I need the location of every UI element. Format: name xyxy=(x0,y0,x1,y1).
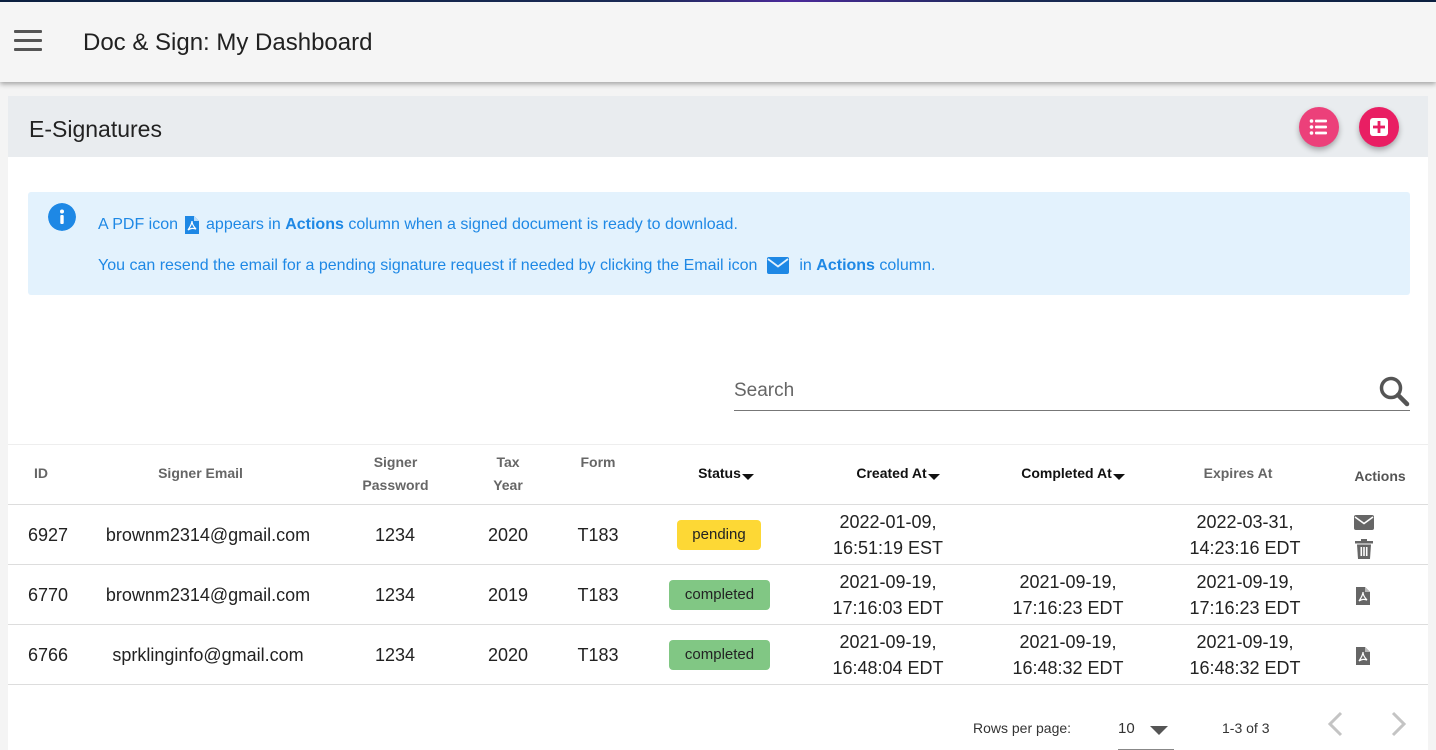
envelope-icon xyxy=(767,257,790,275)
cell-expires-at: 2021-09-19, 17:16:23 EDT xyxy=(1175,569,1315,621)
previous-page-button[interactable] xyxy=(1324,710,1348,738)
info-icon xyxy=(48,203,76,231)
card-header: E-Signatures xyxy=(8,96,1428,157)
cell-tax-year: 2020 xyxy=(487,525,529,545)
cell-completed-date: 2021-09-19, xyxy=(1019,572,1117,592)
cell-completed-time: 16:48:32 EDT xyxy=(1012,658,1124,678)
next-page-button[interactable] xyxy=(1386,710,1410,738)
status-badge: completed xyxy=(669,640,770,670)
cell-password: 1234 xyxy=(374,525,416,545)
col-id[interactable]: ID xyxy=(28,462,54,485)
cell-created-date: 2022-01-09, xyxy=(839,512,937,532)
cell-created-at: 2021-09-19, 16:48:04 EDT xyxy=(818,629,958,681)
table-row: 6766 sprklinginfo@gmail.com 1234 2020 T1… xyxy=(8,625,1428,685)
table-row: 6770 brownm2314@gmail.com 1234 2019 T183… xyxy=(8,565,1428,625)
email-icon[interactable] xyxy=(1354,515,1374,530)
sort-arrow-icon[interactable] xyxy=(927,474,940,480)
signatures-table: ID Signer Email Signer Password Tax Year… xyxy=(8,444,1428,685)
cell-form: T183 xyxy=(577,585,619,605)
table-pagination: Rows per page: 10 1-3 of 3 xyxy=(8,702,1428,750)
cell-created-at: 2022-01-09, 16:51:19 EST xyxy=(818,509,958,561)
cell-created-time: 17:16:03 EDT xyxy=(832,598,944,618)
col-signer-password-line1: Signer xyxy=(373,454,418,470)
status-badge: completed xyxy=(669,580,770,610)
cell-created-at: 2021-09-19, 17:16:03 EDT xyxy=(818,569,958,621)
cell-form: T183 xyxy=(577,645,619,665)
cell-created-date: 2021-09-19, xyxy=(839,572,937,592)
col-tax-year[interactable]: Tax Year xyxy=(478,451,538,497)
info-line-email: You can resend the email for a pending s… xyxy=(98,257,936,275)
cell-expires-time: 16:48:32 EDT xyxy=(1189,658,1301,678)
plus-square-icon xyxy=(1370,118,1388,136)
cell-expires-at: 2022-03-31, 14:23:16 EDT xyxy=(1175,509,1315,561)
cell-expires-date: 2021-09-19, xyxy=(1196,632,1294,652)
cell-completed-at: 2021-09-19, 16:48:32 EDT xyxy=(998,629,1138,681)
rows-per-page-select[interactable]: 10 xyxy=(1118,710,1174,750)
info-alert: A PDF icon appears in Actions column whe… xyxy=(28,192,1410,295)
col-form[interactable]: Form xyxy=(568,451,628,474)
pdf-icon xyxy=(185,216,200,234)
cell-expires-date: 2021-09-19, xyxy=(1196,572,1294,592)
col-completed-at[interactable]: Completed At xyxy=(998,462,1148,485)
col-created-at-label: Created At xyxy=(856,465,927,481)
pdf-icon[interactable] xyxy=(1355,646,1371,666)
col-created-at[interactable]: Created At xyxy=(828,462,968,485)
list-icon xyxy=(1309,119,1327,135)
cell-id: 6927 xyxy=(27,525,69,545)
cell-tax-year: 2019 xyxy=(487,585,529,605)
cell-form: T183 xyxy=(577,525,619,545)
esignatures-card: E-Signatures A PDF icon appears in Actio… xyxy=(8,96,1428,750)
cell-expires-time: 14:23:16 EDT xyxy=(1189,538,1301,558)
col-completed-at-label: Completed At xyxy=(1021,465,1112,481)
col-signer-password[interactable]: Signer Password xyxy=(348,451,443,497)
cell-created-date: 2021-09-19, xyxy=(839,632,937,652)
col-signer-email[interactable]: Signer Email xyxy=(128,462,273,485)
cell-expires-at: 2021-09-19, 16:48:32 EDT xyxy=(1175,629,1315,681)
cell-email: sprklinginfo@gmail.com xyxy=(112,645,304,665)
cell-completed-time: 17:16:23 EDT xyxy=(1012,598,1124,618)
app-title: Doc & Sign: My Dashboard xyxy=(83,29,373,56)
cell-id: 6770 xyxy=(27,585,69,605)
pdf-icon[interactable] xyxy=(1355,586,1371,606)
cell-password: 1234 xyxy=(374,585,416,605)
col-expires-at[interactable]: Expires At xyxy=(1188,462,1288,485)
hamburger-menu-icon[interactable] xyxy=(14,30,42,52)
page-range: 1-3 of 3 xyxy=(1222,720,1270,736)
sort-arrow-icon[interactable] xyxy=(741,474,754,480)
table-row: 6927 brownm2314@gmail.com 1234 2020 T183… xyxy=(8,505,1428,565)
col-tax-year-line1: Tax xyxy=(496,454,520,470)
cell-email: brownm2314@gmail.com xyxy=(105,585,311,605)
status-badge: pending xyxy=(677,520,761,550)
app-bar: Doc & Sign: My Dashboard xyxy=(0,0,1436,82)
trash-icon[interactable] xyxy=(1355,539,1373,559)
col-status[interactable]: Status xyxy=(676,462,776,485)
cell-email: brownm2314@gmail.com xyxy=(105,525,311,545)
cell-expires-time: 17:16:23 EDT xyxy=(1189,598,1301,618)
cell-id: 6766 xyxy=(27,645,69,665)
col-actions: Actions xyxy=(1354,468,1406,484)
search-input[interactable] xyxy=(734,378,1354,404)
app-bar-accent xyxy=(0,0,1436,2)
cell-created-time: 16:48:04 EDT xyxy=(832,658,944,678)
card-title: E-Signatures xyxy=(29,116,162,142)
rows-per-page-value: 10 xyxy=(1118,720,1135,737)
table-header: ID Signer Email Signer Password Tax Year… xyxy=(8,444,1428,505)
add-signature-button[interactable] xyxy=(1359,107,1399,147)
info-line-pdf: A PDF icon appears in Actions column whe… xyxy=(98,216,738,234)
col-tax-year-line2: Year xyxy=(493,477,523,493)
cell-tax-year: 2020 xyxy=(487,645,529,665)
cell-created-time: 16:51:19 EST xyxy=(832,538,944,558)
list-view-button[interactable] xyxy=(1299,107,1339,147)
rows-per-page-label: Rows per page: xyxy=(973,720,1072,736)
chevron-down-icon xyxy=(1150,726,1168,735)
search-box xyxy=(734,370,1410,411)
col-status-label: Status xyxy=(698,465,741,481)
sort-arrow-icon[interactable] xyxy=(1112,474,1125,480)
search-icon[interactable] xyxy=(1378,375,1410,407)
cell-completed-date: 2021-09-19, xyxy=(1019,632,1117,652)
cell-password: 1234 xyxy=(374,645,416,665)
cell-expires-date: 2022-03-31, xyxy=(1196,512,1294,532)
cell-completed-at: 2021-09-19, 17:16:23 EDT xyxy=(998,569,1138,621)
col-signer-password-line2: Password xyxy=(362,477,429,493)
